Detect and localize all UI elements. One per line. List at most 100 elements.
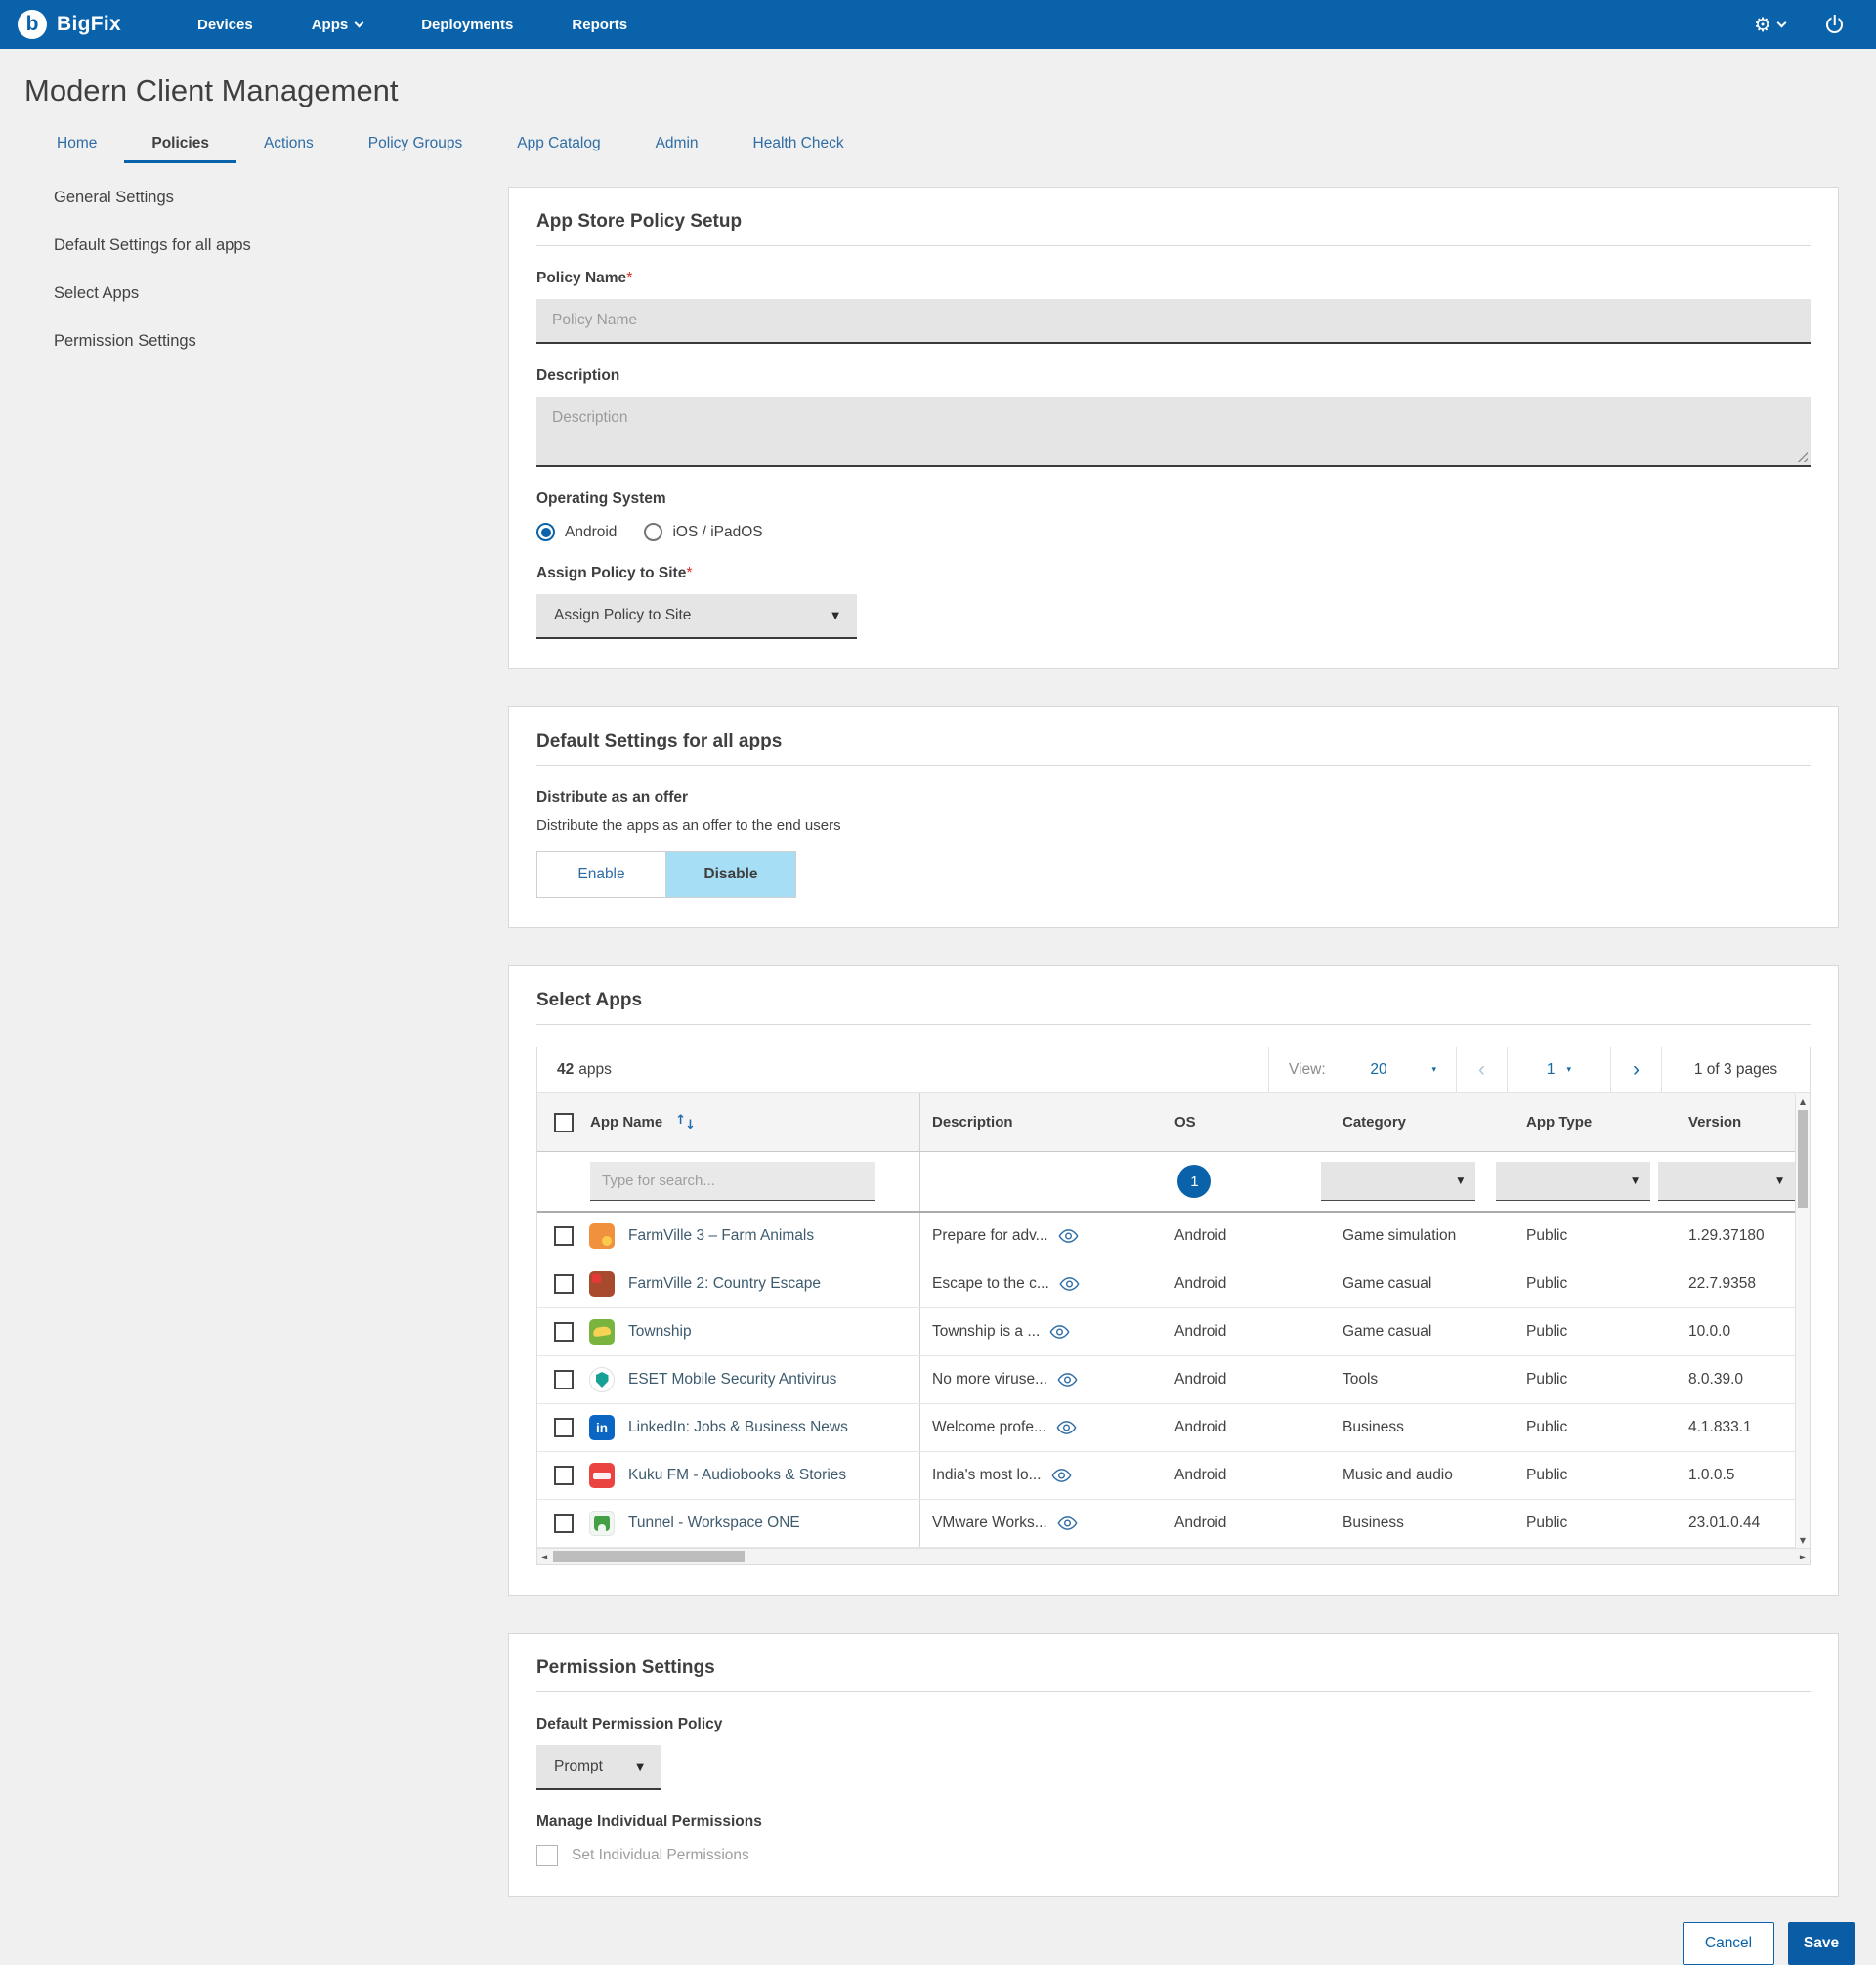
tab-admin[interactable]: Admin: [628, 135, 726, 163]
prev-page-button[interactable]: ‹: [1456, 1047, 1507, 1092]
row-checkbox[interactable]: [554, 1370, 574, 1389]
tab-app-catalog[interactable]: App Catalog: [490, 135, 627, 163]
sort-icon[interactable]: ↑ ↓: [675, 1115, 696, 1130]
page-number-select[interactable]: 1 ▾: [1507, 1047, 1610, 1092]
save-button[interactable]: Save: [1788, 1922, 1855, 1965]
page-size-select[interactable]: View: 20 ▾: [1268, 1047, 1456, 1092]
app-type-cell: Public: [1514, 1323, 1677, 1341]
brand-name: BigFix: [57, 13, 121, 36]
category-cell: Game casual: [1331, 1323, 1514, 1341]
app-type-cell: Public: [1514, 1227, 1677, 1245]
description-label: Description: [536, 367, 619, 384]
nav-devices[interactable]: Devices: [197, 17, 253, 33]
table-toolbar: 42 apps View: 20 ▾ ‹ 1 ▾: [537, 1047, 1810, 1093]
sidebar-item-general-settings[interactable]: General Settings: [0, 189, 508, 207]
select-all-checkbox[interactable]: [554, 1113, 574, 1132]
version-filter-dropdown[interactable]: ▼: [1658, 1162, 1795, 1201]
description-text: Escape to the c...: [932, 1275, 1049, 1293]
vertical-scrollbar[interactable]: ▲ ▼: [1795, 1094, 1810, 1548]
eye-icon[interactable]: [1051, 1469, 1072, 1482]
description-text: Prepare for adv...: [932, 1227, 1048, 1245]
description-text: VMware Works...: [932, 1515, 1047, 1532]
frozen-header-group: App Name ↑ ↓: [537, 1093, 920, 1151]
radio-android[interactable]: Android: [536, 523, 617, 541]
eye-icon[interactable]: [1058, 1229, 1079, 1243]
bigfix-logo[interactable]: b BigFix: [18, 10, 121, 39]
eye-icon[interactable]: [1059, 1277, 1080, 1291]
assign-site-label: Assign Policy to Site: [536, 565, 686, 581]
app-icon-linkedin: in: [589, 1415, 615, 1440]
version-cell: 22.7.9358: [1677, 1275, 1795, 1293]
row-checkbox[interactable]: [554, 1226, 574, 1246]
enable-button[interactable]: Enable: [537, 852, 666, 897]
sidebar-item-default-settings[interactable]: Default Settings for all apps: [0, 236, 508, 255]
row-checkbox[interactable]: [554, 1274, 574, 1294]
vertical-scrollbar-thumb[interactable]: [1798, 1110, 1808, 1208]
scroll-left-icon[interactable]: ◄: [541, 1553, 547, 1561]
bigfix-logo-icon: b: [18, 10, 47, 39]
description-text: Township is a ...: [932, 1323, 1040, 1341]
eye-icon[interactable]: [1057, 1516, 1078, 1530]
tab-policies[interactable]: Policies: [124, 135, 236, 163]
sidebar-item-select-apps[interactable]: Select Apps: [0, 284, 508, 303]
app-name: ESET Mobile Security Antivirus: [628, 1371, 836, 1388]
sidebar-item-permission-settings[interactable]: Permission Settings: [0, 332, 508, 351]
nav-reports[interactable]: Reports: [572, 17, 627, 33]
category-cell: Game simulation: [1331, 1227, 1514, 1245]
table-row: ESET Mobile Security Antivirus No more v…: [537, 1356, 1810, 1404]
description-textarea[interactable]: [536, 397, 1811, 467]
radio-ios-ipados[interactable]: iOS / iPadOS: [644, 523, 762, 541]
scroll-right-icon[interactable]: ►: [1800, 1553, 1806, 1561]
horizontal-scrollbar[interactable]: ◄ ►: [537, 1548, 1810, 1564]
radio-ios-label: iOS / iPadOS: [672, 524, 762, 541]
shield-icon: [596, 1372, 609, 1388]
row-checkbox[interactable]: [554, 1514, 574, 1533]
nav-apps[interactable]: Apps: [312, 17, 363, 33]
dropdown-caret-icon: ▼: [636, 1762, 644, 1773]
scroll-down-icon[interactable]: ▼: [1796, 1536, 1810, 1545]
os-cell: Android: [1163, 1419, 1331, 1436]
os-filter-badge[interactable]: 1: [1177, 1165, 1211, 1198]
nav-deployments[interactable]: Deployments: [421, 17, 513, 33]
eye-icon[interactable]: [1049, 1325, 1070, 1339]
tab-home[interactable]: Home: [29, 135, 124, 163]
disable-button[interactable]: Disable: [666, 852, 795, 897]
next-page-button[interactable]: ›: [1610, 1047, 1661, 1092]
category-cell: Business: [1331, 1515, 1514, 1532]
tab-bar: Home Policies Actions Policy Groups App …: [29, 135, 1876, 163]
cancel-button[interactable]: Cancel: [1683, 1922, 1774, 1965]
logout-button[interactable]: [1824, 15, 1845, 35]
frozen-cell-group: Tunnel - Workspace ONE: [537, 1500, 920, 1547]
row-checkbox[interactable]: [554, 1418, 574, 1437]
row-checkbox[interactable]: [554, 1466, 574, 1485]
eye-icon[interactable]: [1056, 1421, 1077, 1434]
dropdown-caret-icon: ▼: [1776, 1176, 1783, 1186]
policy-name-input[interactable]: [536, 299, 1811, 344]
app-name-search-input[interactable]: [590, 1162, 875, 1201]
description-cell: Township is a ...: [920, 1323, 1163, 1341]
category-filter-dropdown[interactable]: ▼: [1321, 1162, 1475, 1201]
settings-menu-button[interactable]: ⚙: [1754, 15, 1785, 34]
divider: [536, 1691, 1811, 1692]
tab-policy-groups[interactable]: Policy Groups: [341, 135, 490, 163]
select-apps-panel: Select Apps 42 apps View: 20 ▾ ‹: [508, 965, 1839, 1596]
os-cell: Android: [1163, 1371, 1331, 1388]
scroll-up-icon[interactable]: ▲: [1796, 1097, 1810, 1106]
tab-actions[interactable]: Actions: [236, 135, 341, 163]
operating-system-group: Operating System Android iOS / iPadOS: [536, 491, 1811, 541]
tab-health-check[interactable]: Health Check: [726, 135, 872, 163]
divider: [536, 245, 1811, 246]
row-checkbox[interactable]: [554, 1322, 574, 1342]
set-individual-permissions-checkbox[interactable]: [536, 1845, 558, 1866]
eye-icon[interactable]: [1057, 1373, 1078, 1387]
horizontal-scrollbar-thumb[interactable]: [553, 1551, 745, 1562]
radio-selected-icon: [536, 523, 555, 541]
app-type-filter-dropdown[interactable]: ▼: [1496, 1162, 1650, 1201]
app-icon-township: [589, 1319, 615, 1345]
apps-count: 42 apps: [557, 1047, 612, 1092]
assign-site-dropdown[interactable]: Assign Policy to Site ▼: [536, 594, 857, 639]
apps-count-value: 42: [557, 1061, 574, 1079]
app-icon-tunnel: [589, 1511, 615, 1536]
table-row: Kuku FM - Audiobooks & Stories India's m…: [537, 1452, 1810, 1500]
permission-policy-dropdown[interactable]: Prompt ▼: [536, 1745, 661, 1790]
